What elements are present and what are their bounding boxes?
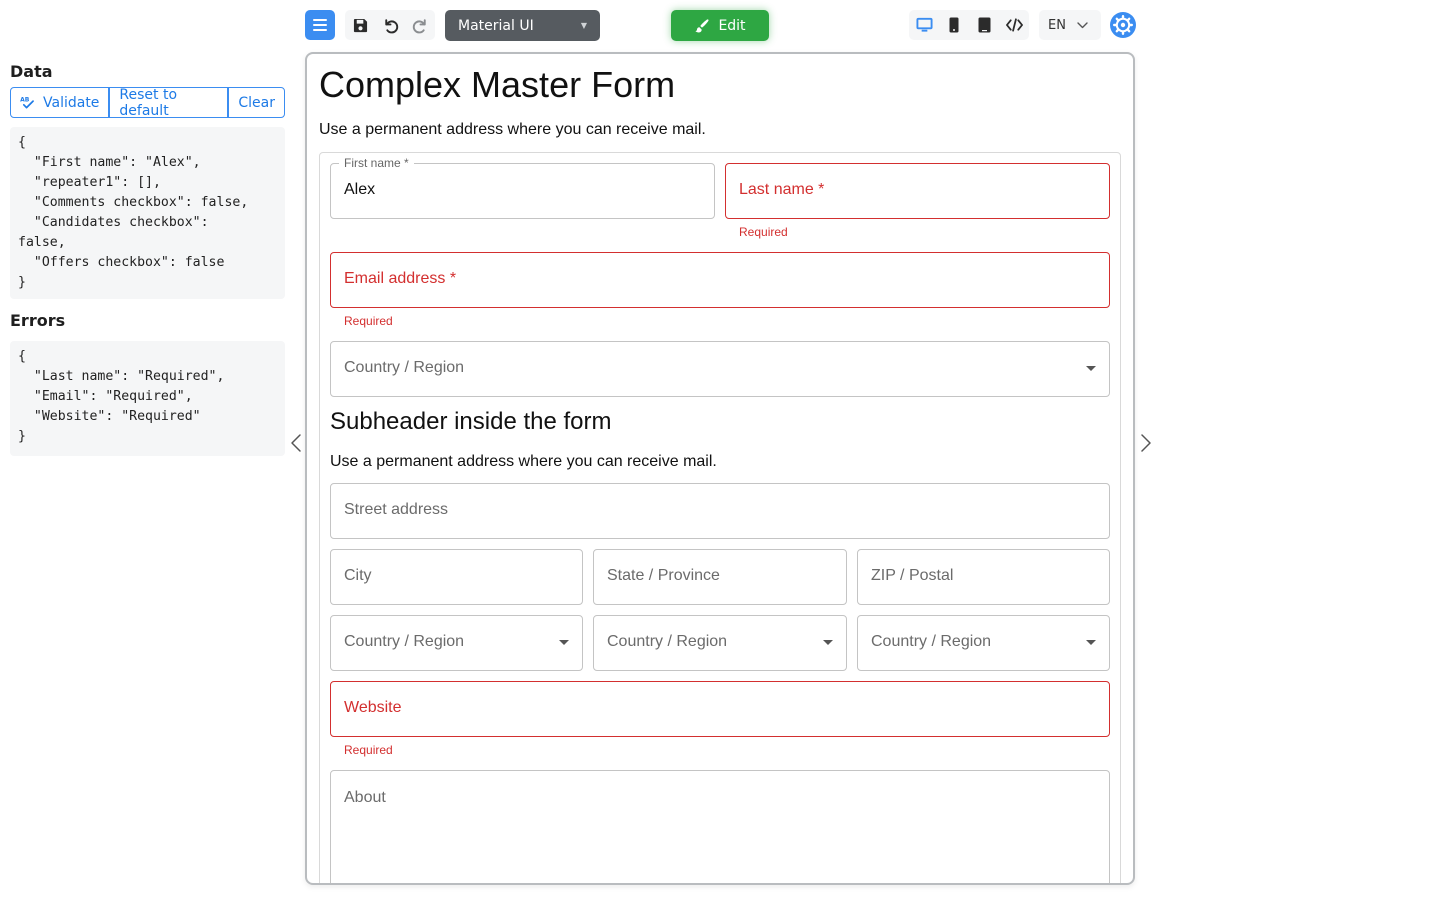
dropdown-arrow-icon — [1086, 366, 1096, 371]
edit-button[interactable]: Edit — [671, 10, 769, 41]
form-subheader: Subheader inside the form — [330, 408, 612, 435]
left-panel: Data AB Validate Reset to default Clear … — [10, 60, 285, 456]
first-name-label: First name * — [339, 156, 414, 170]
street-address-label: Street address — [344, 501, 449, 518]
first-name-field[interactable]: First name * Alex — [330, 156, 715, 219]
state-field[interactable]: State / Province — [593, 549, 847, 605]
last-name-label: Last name * — [739, 181, 825, 198]
chevron-down-icon — [1077, 21, 1088, 28]
about-label: About — [344, 789, 386, 806]
language-select[interactable]: EN — [1039, 10, 1101, 40]
form-preview: Complex Master Form Use a permanent addr… — [305, 52, 1135, 885]
form-title: Complex Master Form — [319, 64, 676, 105]
website-error: Required — [344, 743, 393, 757]
redo-icon — [412, 18, 426, 33]
email-field[interactable]: Email address * — [330, 252, 1110, 308]
about-field[interactable]: About — [330, 770, 1110, 883]
code-view-button[interactable] — [999, 10, 1029, 40]
menu-icon — [313, 19, 327, 31]
email-label: Email address * — [344, 270, 457, 287]
zip-label: ZIP / Postal — [871, 567, 954, 584]
clear-button-label: Clear — [238, 94, 275, 111]
street-address-field[interactable]: Street address — [330, 483, 1110, 539]
phone-view-button[interactable] — [939, 10, 969, 40]
country-2-label: Country / Region — [344, 633, 465, 650]
form-description: Use a permanent address where you can re… — [319, 121, 706, 138]
dropdown-arrow-icon — [823, 640, 833, 645]
first-name-value: Alex — [344, 181, 376, 198]
country-select-4[interactable]: Country / Region — [857, 615, 1110, 671]
website-label: Website — [344, 699, 402, 716]
save-icon — [353, 18, 367, 32]
errors-json: { "Last name": "Required", "Email": "Req… — [10, 341, 285, 456]
phone-icon — [949, 17, 959, 33]
code-icon — [1005, 18, 1023, 32]
redo-button[interactable] — [405, 10, 435, 40]
undo-button[interactable] — [375, 10, 405, 40]
city-label: City — [344, 567, 372, 584]
country-select-3[interactable]: Country / Region — [593, 615, 847, 671]
menu-button[interactable] — [305, 10, 335, 40]
form-subheader-description: Use a permanent address where you can re… — [330, 453, 717, 470]
validate-button[interactable]: AB Validate — [10, 87, 110, 118]
caret-down-icon: ▼ — [580, 21, 587, 30]
tablet-icon — [978, 17, 990, 33]
edit-button-label: Edit — [718, 17, 746, 34]
errors-panel-title: Errors — [10, 311, 66, 330]
state-label: State / Province — [607, 567, 720, 584]
zip-field[interactable]: ZIP / Postal — [857, 549, 1110, 605]
settings-button[interactable] — [1110, 12, 1136, 38]
website-field[interactable]: Website — [330, 681, 1110, 737]
theme-select-value: Material UI — [458, 17, 534, 34]
dropdown-arrow-icon — [1086, 640, 1096, 645]
save-button[interactable] — [345, 10, 375, 40]
clear-button[interactable]: Clear — [228, 87, 285, 118]
country-label: Country / Region — [344, 359, 465, 376]
theme-select[interactable]: Material UI ▼ — [445, 10, 600, 41]
city-field[interactable]: City — [330, 549, 583, 605]
dropdown-arrow-icon — [559, 640, 569, 645]
reset-button-label: Reset to default — [119, 86, 178, 119]
country-4-label: Country / Region — [871, 633, 992, 650]
reset-button[interactable]: Reset to default — [109, 86, 229, 119]
next-arrow[interactable] — [1137, 430, 1155, 456]
svg-text:AB: AB — [20, 97, 30, 104]
tablet-view-button[interactable] — [969, 10, 999, 40]
desktop-view-button[interactable] — [909, 10, 939, 40]
country-3-label: Country / Region — [607, 633, 728, 650]
history-toolbar — [345, 10, 435, 40]
last-name-error: Required — [739, 225, 788, 239]
previous-arrow[interactable] — [287, 430, 305, 456]
validate-button-label: Validate — [43, 94, 100, 111]
brush-icon — [695, 19, 709, 33]
data-actions: AB Validate Reset to default Clear — [10, 86, 285, 119]
chevron-left-icon — [291, 434, 301, 452]
gear-icon — [1113, 15, 1133, 35]
desktop-icon — [915, 17, 933, 32]
country-select-2[interactable]: Country / Region — [330, 615, 583, 671]
language-value: EN — [1048, 17, 1066, 33]
data-json: { "First name": "Alex", "repeater1": [],… — [10, 127, 285, 299]
undo-icon — [384, 18, 398, 33]
email-error: Required — [344, 314, 393, 328]
chevron-right-icon — [1141, 434, 1151, 452]
spellcheck-icon: AB — [20, 97, 34, 109]
device-toolbar — [909, 10, 1029, 40]
top-toolbar: Material UI ▼ Edit EN — [0, 0, 1440, 52]
last-name-field[interactable]: Last name * — [725, 163, 1110, 219]
data-panel-title: Data — [10, 62, 53, 81]
country-select[interactable]: Country / Region — [330, 341, 1110, 397]
